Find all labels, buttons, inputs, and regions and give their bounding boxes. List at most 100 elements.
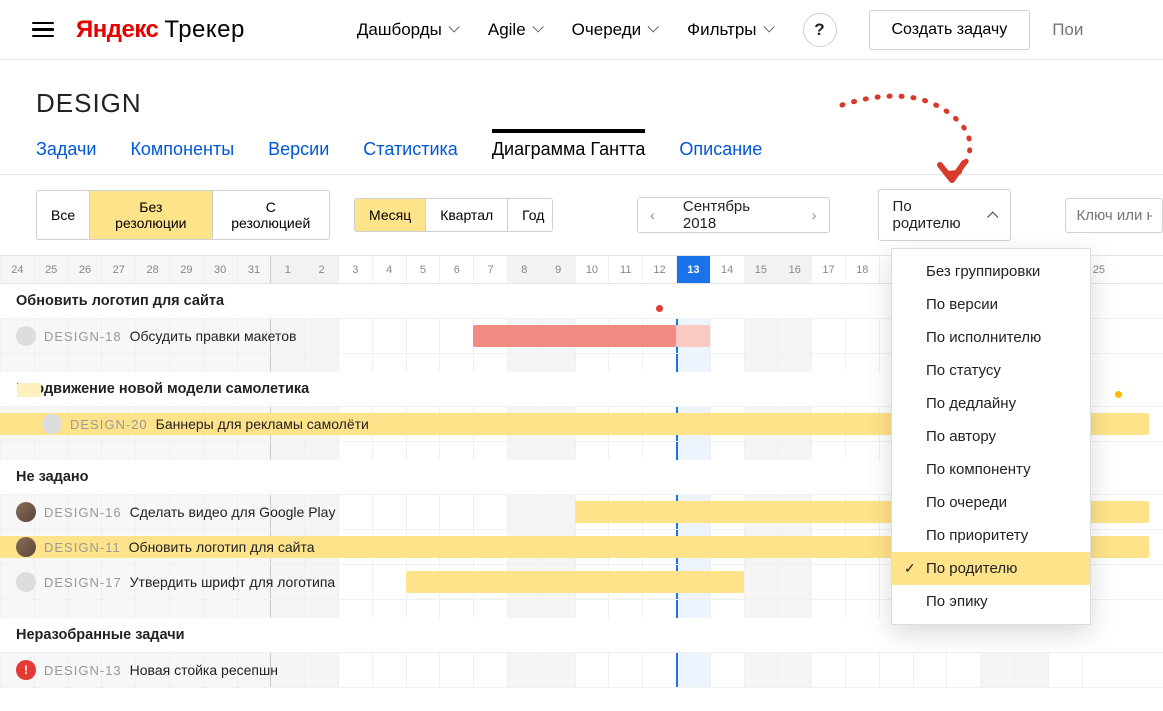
date-next-button[interactable]: › xyxy=(800,198,829,232)
task-info: DESIGN-16 Сделать видео для Google Play xyxy=(0,502,388,522)
timeline-day: 15 xyxy=(744,256,778,283)
scale-year[interactable]: Год xyxy=(508,199,553,231)
timeline-day: 29 xyxy=(169,256,203,283)
timeline-day: 17 xyxy=(811,256,845,283)
timeline-day: 18 xyxy=(845,256,879,283)
tab-versions[interactable]: Версии xyxy=(268,139,329,174)
grouping-option[interactable]: По приоритету xyxy=(892,519,1090,552)
resolution-with[interactable]: С резолюцией xyxy=(213,191,329,239)
timeline-day: 14 xyxy=(710,256,744,283)
global-search[interactable] xyxy=(1052,20,1143,40)
tab-gantt[interactable]: Диаграмма Гантта xyxy=(492,139,646,174)
chevron-down-icon xyxy=(448,25,458,35)
timeline-day: 12 xyxy=(642,256,676,283)
tab-stats[interactable]: Статистика xyxy=(363,139,458,174)
timeline-day: 11 xyxy=(608,256,642,283)
scale-month[interactable]: Месяц xyxy=(355,199,426,231)
avatar xyxy=(16,537,36,557)
timeline-day: 26 xyxy=(68,256,102,283)
task-info: !DESIGN-13Новая стойка ресепшн xyxy=(0,660,388,680)
task-key: DESIGN-18 xyxy=(44,329,122,344)
scale-quarter[interactable]: Квартал xyxy=(426,199,508,231)
gantt-bar[interactable] xyxy=(676,325,710,347)
logo[interactable]: Яндекс Трекер xyxy=(76,16,245,44)
timeline-day: 1 xyxy=(270,256,304,283)
task-key: DESIGN-20 xyxy=(70,417,148,432)
resolution-without[interactable]: Без резолюции xyxy=(90,191,212,239)
nav-queues[interactable]: Очереди xyxy=(572,20,658,40)
grouping-option[interactable]: По дедлайну xyxy=(892,387,1090,420)
timeline-day: 30 xyxy=(203,256,237,283)
project-title: DESIGN xyxy=(0,60,1163,119)
task-key: DESIGN-16 xyxy=(44,505,122,520)
gantt-bar[interactable] xyxy=(473,325,676,347)
task-info: DESIGN-11 Обновить логотип для сайта xyxy=(0,537,388,557)
grouping-option[interactable]: По автору xyxy=(892,420,1090,453)
grouping-button[interactable]: По родителю xyxy=(878,189,1012,241)
date-value[interactable]: Сентябрь 2018 xyxy=(667,198,800,232)
chevron-down-icon xyxy=(763,25,773,35)
gantt-task-row[interactable]: !DESIGN-13Новая стойка ресепшн xyxy=(0,653,1163,688)
milestone-dot xyxy=(656,305,663,312)
date-prev-button[interactable]: ‹ xyxy=(638,198,667,232)
gantt-bar[interactable] xyxy=(406,571,744,593)
grouping-option[interactable]: По очереди xyxy=(892,486,1090,519)
nav-agile[interactable]: Agile xyxy=(488,20,542,40)
timeline-day: 5 xyxy=(406,256,440,283)
nav-filters[interactable]: Фильтры xyxy=(687,20,772,40)
grouping-dropdown: Без группировкиПо версииПо исполнителюПо… xyxy=(891,248,1091,625)
timeline-day: 6 xyxy=(439,256,473,283)
key-search-input[interactable] xyxy=(1076,207,1152,224)
timeline-day: 27 xyxy=(101,256,135,283)
tab-components[interactable]: Компоненты xyxy=(130,139,234,174)
task-key: DESIGN-11 xyxy=(44,540,121,555)
timeline-day: 3 xyxy=(338,256,372,283)
task-key: DESIGN-17 xyxy=(44,575,122,590)
grouping-option[interactable]: По эпику xyxy=(892,585,1090,618)
task-title: Баннеры для рекламы самолёти xyxy=(156,416,369,432)
timeline-day: 24 xyxy=(0,256,34,283)
timeline-day: 31 xyxy=(237,256,271,283)
tab-tasks[interactable]: Задачи xyxy=(36,139,96,174)
timeline-day: 16 xyxy=(777,256,811,283)
resolution-all[interactable]: Все xyxy=(37,191,90,239)
scale-segment: Месяц Квартал Год xyxy=(354,198,553,232)
task-title: Обновить логотип для сайта xyxy=(129,539,315,555)
tab-description[interactable]: Описание xyxy=(679,139,762,174)
timeline-day: 2 xyxy=(304,256,338,283)
grouping-option[interactable]: По компоненту xyxy=(892,453,1090,486)
avatar: ! xyxy=(16,660,36,680)
task-title: Утвердить шрифт для логотипа xyxy=(130,574,336,590)
task-title: Обсудить правки макетов xyxy=(130,328,297,344)
chevron-down-icon xyxy=(647,25,657,35)
grouping-option[interactable]: Без группировки xyxy=(892,255,1090,288)
gantt-bar xyxy=(17,383,41,397)
avatar xyxy=(42,414,62,434)
create-task-button[interactable]: Создать задачу xyxy=(869,10,1031,50)
grouping-option[interactable]: По версии xyxy=(892,288,1090,321)
grouping-option[interactable]: По статусу xyxy=(892,354,1090,387)
timeline-day: 25 xyxy=(34,256,68,283)
task-title: Новая стойка ресепшн xyxy=(130,662,278,678)
timeline-day: 10 xyxy=(575,256,609,283)
logo-tracker: Трекер xyxy=(164,16,244,44)
nav-dashboards[interactable]: Дашборды xyxy=(357,20,458,40)
main-nav: Дашборды Agile Очереди Фильтры xyxy=(357,20,773,40)
task-info: DESIGN-20 Баннеры для рекламы самолёти xyxy=(0,414,388,434)
date-picker: ‹ Сентябрь 2018 › xyxy=(637,197,830,233)
avatar xyxy=(16,502,36,522)
timeline-day: 8 xyxy=(507,256,541,283)
task-title: Сделать видео для Google Play xyxy=(130,504,336,520)
topbar: Яндекс Трекер Дашборды Agile Очереди Фил… xyxy=(0,0,1163,60)
task-info: DESIGN-18 Обсудить правки макетов xyxy=(0,326,388,346)
global-search-input[interactable] xyxy=(1052,20,1092,40)
chevron-up-icon xyxy=(988,211,996,219)
timeline-day: 7 xyxy=(473,256,507,283)
project-tabs: Задачи Компоненты Версии Статистика Диаг… xyxy=(0,119,1163,175)
menu-icon[interactable] xyxy=(32,22,54,38)
key-search[interactable] xyxy=(1065,198,1163,233)
help-button[interactable]: ? xyxy=(803,13,837,47)
avatar xyxy=(16,326,36,346)
grouping-option[interactable]: По исполнителю xyxy=(892,321,1090,354)
grouping-option[interactable]: По родителю xyxy=(892,552,1090,585)
